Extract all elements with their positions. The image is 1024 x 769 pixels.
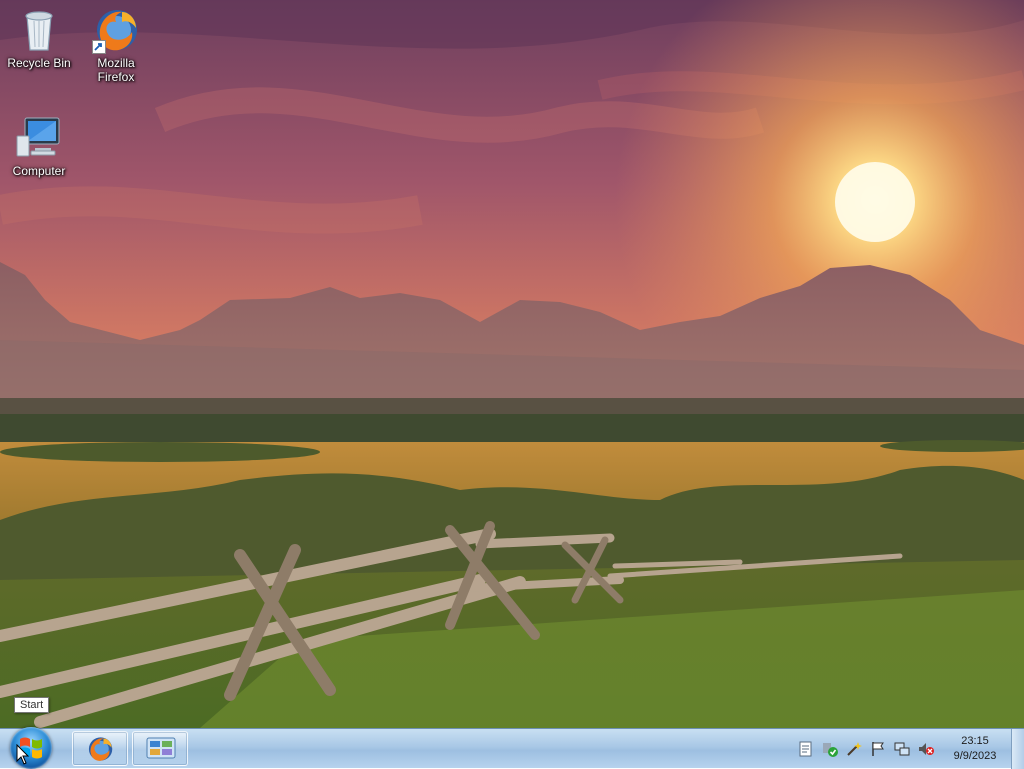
flag-icon[interactable] — [870, 741, 886, 757]
desktop-icon-recycle-bin[interactable]: Recycle Bin — [1, 6, 77, 70]
taskbar-control-panel-button[interactable] — [132, 731, 188, 766]
taskbar-firefox-button[interactable] — [72, 731, 128, 766]
security-check-icon[interactable] — [822, 741, 838, 757]
network-icon[interactable] — [894, 741, 910, 757]
desktop-wallpaper — [0, 0, 1024, 728]
clock-time: 23:15 — [961, 735, 989, 747]
document-icon[interactable] — [798, 741, 814, 757]
recycle-bin-icon — [15, 6, 63, 54]
desktop-icon-mozilla-firefox[interactable]: Mozilla Firefox — [78, 6, 154, 84]
clock[interactable]: 23:15 9/9/2023 — [940, 734, 1010, 764]
desktop-icon-label: Computer — [12, 164, 66, 178]
firefox-icon — [88, 737, 113, 761]
taskbar: 23:15 9/9/2023 — [0, 727, 1024, 769]
clock-date: 9/9/2023 — [953, 750, 997, 762]
volume-muted-icon[interactable] — [918, 741, 934, 757]
control-panel-icon — [146, 737, 176, 759]
desktop-icon-computer[interactable]: Computer — [1, 114, 77, 178]
computer-icon — [15, 114, 63, 162]
desktop-icon-label: Mozilla Firefox — [97, 56, 135, 84]
start-tooltip: Start — [14, 697, 50, 713]
firefox-icon — [92, 6, 140, 54]
wand-icon[interactable] — [846, 741, 862, 757]
desktop-icon-label: Recycle Bin — [7, 56, 71, 70]
mouse-cursor-icon — [16, 744, 30, 765]
show-desktop-button[interactable] — [1011, 729, 1024, 769]
